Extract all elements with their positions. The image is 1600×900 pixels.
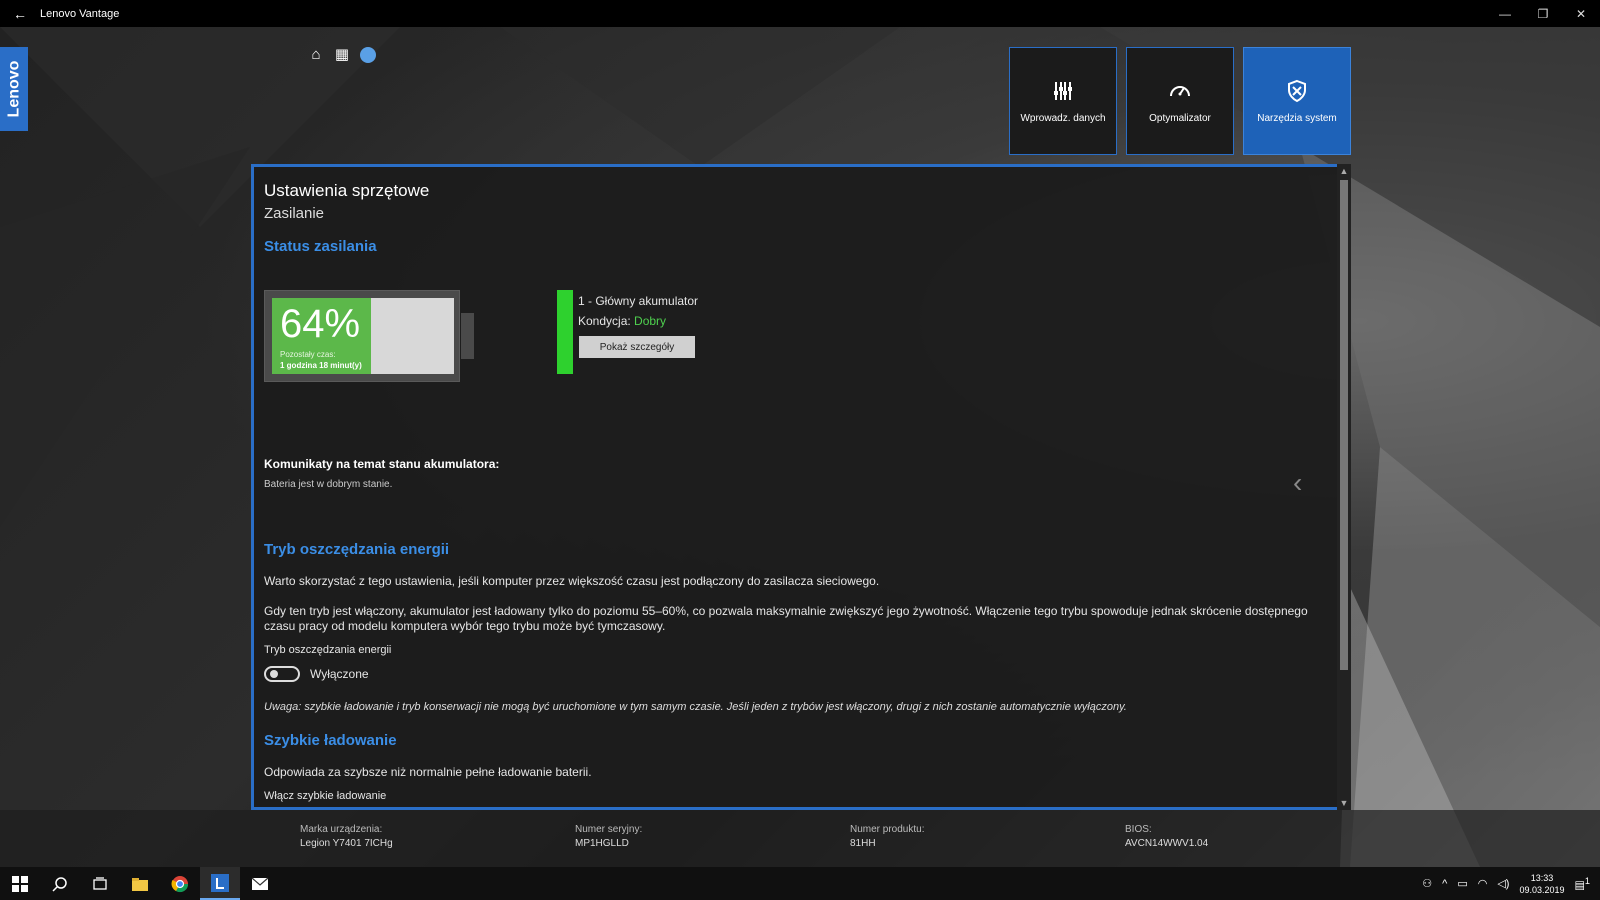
restore-button[interactable]: ❐ bbox=[1524, 7, 1562, 21]
battery-messages-text: Bateria jest w dobrym stanie. bbox=[264, 479, 393, 490]
apps-grid-icon[interactable]: ▦ bbox=[334, 47, 350, 63]
vantage-icon bbox=[211, 873, 229, 892]
page-title: Ustawienia sprzętowe bbox=[264, 181, 430, 200]
minimize-button[interactable]: — bbox=[1486, 7, 1524, 21]
notification-center-icon[interactable]: ▤1 bbox=[1575, 876, 1591, 892]
battery-name: 1 - Główny akumulator bbox=[578, 294, 699, 308]
battery-gauge: 64% Pozostały czas: 1 godzina 18 minut(y… bbox=[264, 290, 474, 382]
lenovo-vantage-taskbar-button[interactable] bbox=[200, 867, 240, 900]
product-number-value: 81HH bbox=[850, 838, 876, 849]
shield-tools-icon bbox=[1288, 79, 1306, 102]
hardware-settings-panel: Ustawienia sprzętowe Zasilanie Status za… bbox=[251, 164, 1351, 810]
network-icon[interactable]: ◠ bbox=[1478, 877, 1488, 890]
chrome-icon bbox=[171, 875, 189, 892]
tile-input-devices[interactable]: Wprowadz. danych bbox=[1009, 47, 1117, 155]
product-number-label: Numer produktu: bbox=[850, 824, 925, 835]
panel-scrollbar[interactable]: ▲ ▼ bbox=[1337, 164, 1351, 810]
energy-saving-desc-1: Warto skorzystać z tego ustawienia, jeśl… bbox=[264, 574, 880, 588]
serial-number-value: MP1HGLLD bbox=[575, 838, 629, 849]
product-number: Numer produktu: 81HH bbox=[850, 824, 924, 849]
power-status-title: Status zasilania bbox=[264, 238, 377, 255]
chevron-left-icon[interactable]: ‹ bbox=[1293, 466, 1313, 500]
top-nav: ⌂ ▦ bbox=[308, 47, 376, 63]
scroll-up-arrow[interactable]: ▲ bbox=[1337, 164, 1351, 178]
window-title: Lenovo Vantage bbox=[40, 7, 120, 20]
condition-label: Kondycja: bbox=[578, 314, 635, 328]
condition-value: Dobry bbox=[634, 314, 667, 328]
battery-icon[interactable]: ▭ bbox=[1457, 877, 1467, 890]
scroll-down-arrow[interactable]: ▼ bbox=[1337, 796, 1351, 810]
logo-text: Lenovo bbox=[5, 60, 23, 118]
energy-saving-toggle-label: Tryb oszczędzania energii bbox=[264, 644, 392, 656]
tile-label: Wprowadz. danych bbox=[1020, 112, 1106, 124]
device-brand-value: Legion Y7401 7ICHg bbox=[300, 838, 393, 849]
lenovo-logo: Lenovo bbox=[0, 47, 28, 131]
battery-health-bar bbox=[557, 290, 573, 374]
energy-saving-toggle[interactable] bbox=[264, 666, 300, 682]
home-icon[interactable]: ⌂ bbox=[308, 47, 324, 63]
energy-saving-desc-2: Gdy ten tryb jest włączony, akumulator j… bbox=[264, 604, 1308, 633]
tile-label: Narzędzia system bbox=[1257, 112, 1337, 124]
modes-note: Uwaga: szybkie ładowanie i tryb konserwa… bbox=[264, 701, 1127, 713]
fast-charging-title: Szybkie ładowanie bbox=[264, 732, 397, 749]
scroll-thumb[interactable] bbox=[1340, 180, 1348, 670]
toggle-knob bbox=[270, 670, 278, 678]
equalizer-icon bbox=[1054, 81, 1072, 100]
system-tray: ⚇ ^ ▭ ◠ ◁) 13:33 09.03.2019 ▤1 bbox=[1422, 872, 1600, 896]
windows-taskbar: ⚇ ^ ▭ ◠ ◁) 13:33 09.03.2019 ▤1 bbox=[0, 867, 1600, 900]
tile-optimizer[interactable]: Optymalizator bbox=[1126, 47, 1234, 155]
clock-time: 13:33 bbox=[1530, 872, 1554, 883]
show-details-button[interactable]: Pokaż szczegóły bbox=[579, 336, 695, 358]
file-explorer-button[interactable] bbox=[120, 867, 160, 900]
task-view-button[interactable] bbox=[80, 867, 120, 900]
fast-charging-desc: Odpowiada za szybsze niż normalnie pełne… bbox=[264, 765, 592, 779]
people-icon[interactable]: ⚇ bbox=[1422, 877, 1432, 890]
remaining-time-value: 1 godzina 18 minut(y) bbox=[280, 361, 362, 370]
notification-count: 1 bbox=[1584, 875, 1590, 886]
fast-charging-toggle-label: Włącz szybkie ładowanie bbox=[264, 790, 387, 802]
mail-icon bbox=[251, 877, 269, 890]
volume-icon[interactable]: ◁) bbox=[1497, 877, 1509, 890]
tile-label: Optymalizator bbox=[1149, 112, 1211, 124]
device-brand-label: Marka urządzenia: bbox=[300, 824, 383, 835]
device-brand: Marka urządzenia: Legion Y7401 7ICHg bbox=[300, 824, 393, 849]
back-button[interactable]: ← bbox=[0, 6, 40, 22]
title-bar: ← Lenovo Vantage — ❐ ✕ bbox=[0, 0, 1600, 27]
battery-cell: 64% Pozostały czas: 1 godzina 18 minut(y… bbox=[272, 298, 454, 374]
bios-version: BIOS: AVCN14WWV1.04 bbox=[1125, 824, 1208, 849]
chevron-up-icon[interactable]: ^ bbox=[1442, 878, 1447, 890]
windows-icon bbox=[12, 875, 28, 892]
folder-icon bbox=[132, 877, 148, 891]
battery-messages-title: Komunikaty na temat stanu akumulatora: bbox=[264, 457, 500, 471]
start-button[interactable] bbox=[0, 867, 40, 900]
chrome-button[interactable] bbox=[160, 867, 200, 900]
speedometer-icon bbox=[1170, 85, 1190, 96]
serial-number-label: Numer seryjny: bbox=[575, 824, 643, 835]
account-icon[interactable] bbox=[360, 47, 376, 63]
search-button[interactable] bbox=[40, 867, 80, 900]
task-view-icon bbox=[93, 876, 107, 890]
bios-value: AVCN14WWV1.04 bbox=[1125, 838, 1209, 849]
battery-terminal bbox=[461, 313, 474, 359]
page-subtitle: Zasilanie bbox=[264, 205, 325, 222]
search-icon bbox=[52, 876, 67, 892]
remaining-time-label: Pozostały czas: bbox=[280, 350, 336, 359]
tile-bar: Wprowadz. danych Optymalizator Narzędzia… bbox=[1009, 47, 1351, 155]
mail-button[interactable] bbox=[240, 867, 280, 900]
energy-saving-section: Tryb oszczędzania energii Warto skorzyst… bbox=[264, 541, 1334, 804]
close-button[interactable]: ✕ bbox=[1562, 7, 1600, 21]
energy-saving-title: Tryb oszczędzania energii bbox=[264, 541, 450, 558]
clock-date: 09.03.2019 bbox=[1519, 884, 1565, 895]
clock[interactable]: 13:33 09.03.2019 bbox=[1519, 872, 1564, 896]
battery-percent: 64% bbox=[280, 302, 361, 346]
energy-saving-state: Wyłączone bbox=[310, 666, 369, 681]
device-info-footer: Marka urządzenia: Legion Y7401 7ICHg Num… bbox=[0, 810, 1600, 867]
tile-system-tools[interactable]: Narzędzia system bbox=[1243, 47, 1351, 155]
serial-number: Numer seryjny: MP1HGLLD bbox=[575, 824, 642, 849]
bios-label: BIOS: bbox=[1125, 824, 1152, 835]
battery-condition: Kondycja: Dobry bbox=[578, 314, 666, 328]
